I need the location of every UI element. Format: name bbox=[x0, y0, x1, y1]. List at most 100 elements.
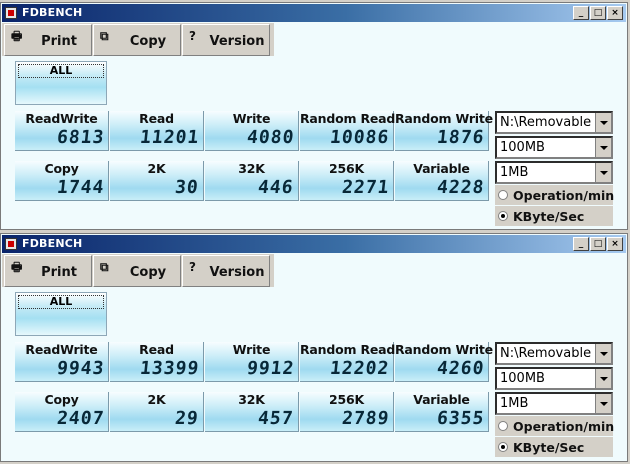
read-tile[interactable]: Read 11201 bbox=[110, 111, 204, 151]
variable-tile[interactable]: Variable 6355 bbox=[395, 392, 489, 432]
chevron-down-icon[interactable] bbox=[595, 394, 611, 413]
file-size-value: 100MB bbox=[500, 371, 545, 386]
operation-radio-label: Operation/min bbox=[513, 419, 615, 434]
print-button[interactable]: 🖶 Print bbox=[4, 24, 92, 56]
print-button[interactable]: 🖶 Print bbox=[4, 255, 92, 287]
tile-value: 11201 bbox=[138, 127, 201, 148]
write-tile[interactable]: Write 4080 bbox=[205, 111, 299, 151]
app-icon bbox=[5, 7, 17, 19]
operation-radio[interactable]: Operation/min bbox=[495, 185, 615, 205]
random-write-tile[interactable]: Random Write 4260 bbox=[395, 342, 493, 382]
32k-tile[interactable]: 32K 446 bbox=[205, 161, 299, 201]
copy-button[interactable]: ⧉ Copy bbox=[93, 24, 181, 56]
tile-value: 12202 bbox=[328, 358, 391, 379]
block-size-select[interactable]: 1MB bbox=[495, 161, 613, 184]
close-button[interactable]: × bbox=[607, 6, 623, 20]
all-button[interactable]: ALL bbox=[15, 61, 107, 105]
printer-icon: 🖶 bbox=[11, 29, 23, 43]
block-size-select[interactable]: 1MB bbox=[495, 392, 613, 415]
32k-tile[interactable]: 32K 457 bbox=[205, 392, 299, 432]
readwrite-tile[interactable]: ReadWrite 6813 bbox=[15, 111, 109, 151]
file-size-select[interactable]: 100MB bbox=[495, 367, 613, 390]
tile-value: 30 bbox=[174, 177, 201, 198]
version-label: Version bbox=[209, 34, 265, 49]
tile-value: 4228 bbox=[435, 177, 486, 198]
title-bar[interactable]: FDBENCH _ □ × bbox=[2, 235, 626, 253]
tile-label: Copy bbox=[44, 392, 79, 407]
copy-icon: ⧉ bbox=[100, 29, 109, 43]
file-size-select[interactable]: 100MB bbox=[495, 136, 613, 159]
chevron-down-icon[interactable] bbox=[595, 163, 611, 182]
version-button[interactable]: ? Version bbox=[182, 24, 270, 56]
operation-radio-label: Operation/min bbox=[513, 188, 615, 203]
kbyte-radio[interactable]: KByte/Sec bbox=[495, 206, 613, 226]
toolbar: 🖶 Print ⧉ Copy ? Version bbox=[2, 23, 274, 56]
app-icon bbox=[5, 238, 17, 250]
radio-indicator[interactable] bbox=[498, 421, 508, 431]
256k-tile[interactable]: 256K 2789 bbox=[300, 392, 394, 432]
copy-tile[interactable]: Copy 2407 bbox=[15, 392, 109, 432]
maximize-button[interactable]: □ bbox=[590, 237, 606, 251]
tile-label: Write bbox=[232, 111, 271, 126]
random-write-tile[interactable]: Random Write 1876 bbox=[395, 111, 493, 151]
chevron-down-icon[interactable] bbox=[595, 113, 611, 132]
tile-label: 32K bbox=[238, 392, 265, 407]
tile-value: 9943 bbox=[55, 358, 106, 379]
copy-tile[interactable]: Copy 1744 bbox=[15, 161, 109, 201]
2k-tile[interactable]: 2K 29 bbox=[110, 392, 204, 432]
version-button[interactable]: ? Version bbox=[182, 255, 270, 287]
operation-radio[interactable]: Operation/min bbox=[495, 416, 615, 436]
kbyte-radio-label: KByte/Sec bbox=[513, 440, 585, 455]
fdbench-window-1: FDBENCH _ □ × 🖶 Print ⧉ Copy ? Version A… bbox=[0, 2, 628, 230]
tile-value: 6813 bbox=[55, 127, 106, 148]
tile-value: 2271 bbox=[340, 177, 391, 198]
minimize-button[interactable]: _ bbox=[573, 237, 589, 251]
tile-label: 2K bbox=[147, 161, 166, 176]
tile-value: 4080 bbox=[245, 127, 296, 148]
tile-label: 2K bbox=[147, 392, 166, 407]
readwrite-tile[interactable]: ReadWrite 9943 bbox=[15, 342, 109, 382]
radio-indicator[interactable] bbox=[498, 211, 508, 221]
tile-label: 256K bbox=[329, 392, 364, 407]
title-bar[interactable]: FDBENCH _ □ × bbox=[2, 4, 626, 22]
window-title: FDBENCH bbox=[22, 237, 83, 250]
copy-button[interactable]: ⧉ Copy bbox=[93, 255, 181, 287]
toolbar: 🖶 Print ⧉ Copy ? Version bbox=[2, 254, 274, 287]
tile-label: Read bbox=[139, 111, 174, 126]
all-label: ALL bbox=[18, 295, 104, 309]
tile-label: Random Write bbox=[395, 111, 493, 126]
read-tile[interactable]: Read 13399 bbox=[110, 342, 204, 382]
tile-label: Write bbox=[232, 342, 271, 357]
tile-label: Variable bbox=[413, 161, 470, 176]
variable-tile[interactable]: Variable 4228 bbox=[395, 161, 489, 201]
radio-indicator[interactable] bbox=[498, 442, 508, 452]
tile-value: 6355 bbox=[435, 408, 486, 429]
radio-indicator[interactable] bbox=[498, 190, 508, 200]
chevron-down-icon[interactable] bbox=[595, 369, 611, 388]
close-button[interactable]: × bbox=[607, 237, 623, 251]
random-read-tile[interactable]: Random Read 10086 bbox=[300, 111, 396, 151]
chevron-down-icon[interactable] bbox=[595, 138, 611, 157]
tile-value: 2407 bbox=[55, 408, 106, 429]
help-icon: ? bbox=[189, 29, 196, 43]
tile-label: Random Write bbox=[395, 342, 493, 357]
write-tile[interactable]: Write 9912 bbox=[205, 342, 299, 382]
minimize-button[interactable]: _ bbox=[573, 6, 589, 20]
tile-value: 4260 bbox=[435, 358, 486, 379]
maximize-button[interactable]: □ bbox=[590, 6, 606, 20]
256k-tile[interactable]: 256K 2271 bbox=[300, 161, 394, 201]
tile-value: 2789 bbox=[340, 408, 391, 429]
all-button[interactable]: ALL bbox=[15, 292, 107, 336]
2k-tile[interactable]: 2K 30 bbox=[110, 161, 204, 201]
tile-value: 29 bbox=[174, 408, 201, 429]
drive-select[interactable]: N:\Removable bbox=[495, 342, 613, 365]
kbyte-radio[interactable]: KByte/Sec bbox=[495, 437, 613, 457]
tile-label: Random Read bbox=[300, 111, 396, 126]
copy-label: Copy bbox=[129, 265, 167, 280]
drive-select[interactable]: N:\Removable bbox=[495, 111, 613, 134]
chevron-down-icon[interactable] bbox=[595, 344, 611, 363]
print-label: Print bbox=[41, 265, 77, 280]
tile-label: ReadWrite bbox=[25, 342, 98, 357]
drive-value: N:\Removable bbox=[500, 346, 592, 361]
random-read-tile[interactable]: Random Read 12202 bbox=[300, 342, 395, 382]
